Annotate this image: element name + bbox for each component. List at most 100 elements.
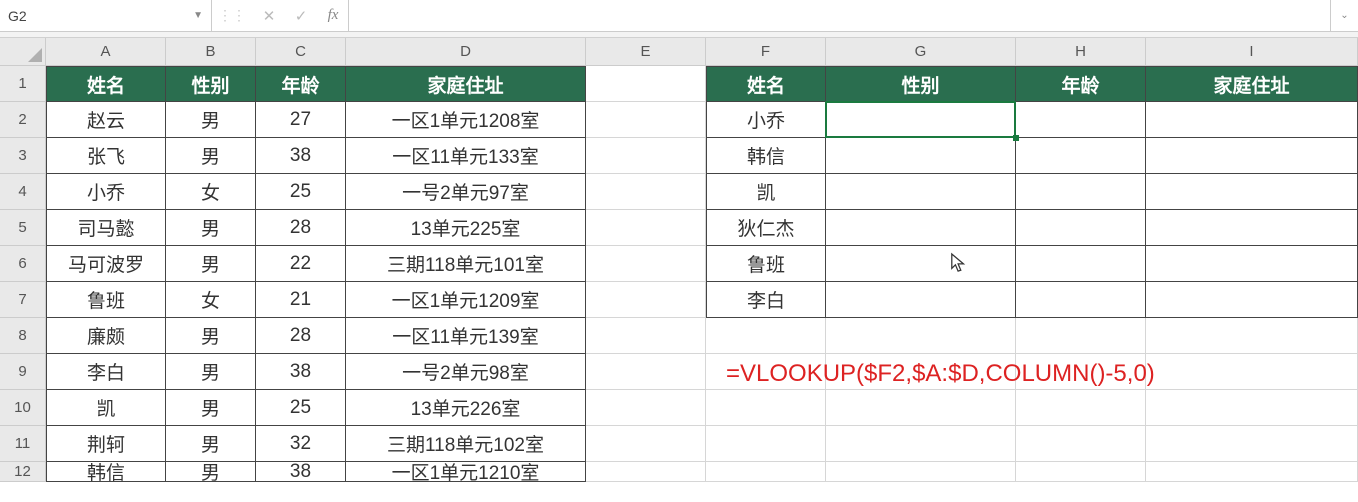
cell-B5[interactable]: 男 <box>166 210 256 246</box>
cell-I1[interactable]: 家庭住址 <box>1146 66 1358 102</box>
cell-I5[interactable] <box>1146 210 1358 246</box>
cell-F10[interactable] <box>706 390 826 426</box>
cell-I6[interactable] <box>1146 246 1358 282</box>
row-header-3[interactable]: 3 <box>0 138 46 174</box>
cell-E12[interactable] <box>586 462 706 482</box>
cell-I8[interactable] <box>1146 318 1358 354</box>
cell-B3[interactable]: 男 <box>166 138 256 174</box>
col-header-C[interactable]: C <box>256 38 346 66</box>
cell-H3[interactable] <box>1016 138 1146 174</box>
cell-H10[interactable] <box>1016 390 1146 426</box>
row-header-9[interactable]: 9 <box>0 354 46 390</box>
cell-C12[interactable]: 38 <box>256 462 346 482</box>
cell-G2[interactable] <box>826 102 1016 138</box>
cell-C5[interactable]: 28 <box>256 210 346 246</box>
cell-A5[interactable]: 司马懿 <box>46 210 166 246</box>
cell-F1[interactable]: 姓名 <box>706 66 826 102</box>
row-header-7[interactable]: 7 <box>0 282 46 318</box>
cell-C10[interactable]: 25 <box>256 390 346 426</box>
cell-B1[interactable]: 性别 <box>166 66 256 102</box>
cell-I2[interactable] <box>1146 102 1358 138</box>
cell-G4[interactable] <box>826 174 1016 210</box>
cell-H5[interactable] <box>1016 210 1146 246</box>
cell-F9[interactable] <box>706 354 826 390</box>
cell-D9[interactable]: 一号2单元98室 <box>346 354 586 390</box>
row-header-11[interactable]: 11 <box>0 426 46 462</box>
cell-C4[interactable]: 25 <box>256 174 346 210</box>
cell-A12[interactable]: 韩信 <box>46 462 166 482</box>
cell-G8[interactable] <box>826 318 1016 354</box>
cell-H7[interactable] <box>1016 282 1146 318</box>
cell-B2[interactable]: 男 <box>166 102 256 138</box>
cell-F5[interactable]: 狄仁杰 <box>706 210 826 246</box>
cell-F8[interactable] <box>706 318 826 354</box>
cell-H11[interactable] <box>1016 426 1146 462</box>
cell-E3[interactable] <box>586 138 706 174</box>
cell-G7[interactable] <box>826 282 1016 318</box>
fx-icon[interactable]: fx <box>324 7 342 24</box>
cell-E6[interactable] <box>586 246 706 282</box>
cell-A3[interactable]: 张飞 <box>46 138 166 174</box>
row-header-1[interactable]: 1 <box>0 66 46 102</box>
cell-C9[interactable]: 38 <box>256 354 346 390</box>
col-header-G[interactable]: G <box>826 38 1016 66</box>
cell-G6[interactable] <box>826 246 1016 282</box>
cell-E8[interactable] <box>586 318 706 354</box>
cell-B9[interactable]: 男 <box>166 354 256 390</box>
cell-I11[interactable] <box>1146 426 1358 462</box>
cell-E9[interactable] <box>586 354 706 390</box>
cell-F6[interactable]: 鲁班 <box>706 246 826 282</box>
cell-C7[interactable]: 21 <box>256 282 346 318</box>
cell-H1[interactable]: 年龄 <box>1016 66 1146 102</box>
name-box[interactable]: G2 ▼ <box>0 0 212 31</box>
col-header-H[interactable]: H <box>1016 38 1146 66</box>
cell-C2[interactable]: 27 <box>256 102 346 138</box>
cell-H4[interactable] <box>1016 174 1146 210</box>
col-header-D[interactable]: D <box>346 38 586 66</box>
col-header-I[interactable]: I <box>1146 38 1358 66</box>
cell-I7[interactable] <box>1146 282 1358 318</box>
select-all-corner[interactable] <box>0 38 46 66</box>
cell-D12[interactable]: 一区1单元1210室 <box>346 462 586 482</box>
cell-B10[interactable]: 男 <box>166 390 256 426</box>
cell-C1[interactable]: 年龄 <box>256 66 346 102</box>
cell-D6[interactable]: 三期118单元101室 <box>346 246 586 282</box>
row-header-6[interactable]: 6 <box>0 246 46 282</box>
col-header-A[interactable]: A <box>46 38 166 66</box>
cell-H9[interactable] <box>1016 354 1146 390</box>
row-header-12[interactable]: 12 <box>0 462 46 482</box>
col-header-B[interactable]: B <box>166 38 256 66</box>
cell-B8[interactable]: 男 <box>166 318 256 354</box>
cell-D5[interactable]: 13单元225室 <box>346 210 586 246</box>
cell-A4[interactable]: 小乔 <box>46 174 166 210</box>
row-header-2[interactable]: 2 <box>0 102 46 138</box>
cell-A6[interactable]: 马可波罗 <box>46 246 166 282</box>
cell-D4[interactable]: 一号2单元97室 <box>346 174 586 210</box>
cell-G3[interactable] <box>826 138 1016 174</box>
cell-A9[interactable]: 李白 <box>46 354 166 390</box>
cell-B12[interactable]: 男 <box>166 462 256 482</box>
cell-B11[interactable]: 男 <box>166 426 256 462</box>
expand-formula-bar-icon[interactable]: ⌄ <box>1330 0 1358 31</box>
cell-B7[interactable]: 女 <box>166 282 256 318</box>
cancel-icon[interactable]: ✕ <box>260 7 278 25</box>
cell-E1[interactable] <box>586 66 706 102</box>
cell-G12[interactable] <box>826 462 1016 482</box>
row-header-10[interactable]: 10 <box>0 390 46 426</box>
cell-G11[interactable] <box>826 426 1016 462</box>
cell-I3[interactable] <box>1146 138 1358 174</box>
cell-grid[interactable]: 姓名性别年龄家庭住址姓名性别年龄家庭住址赵云男27一区1单元1208室小乔张飞男… <box>46 66 1358 482</box>
cell-E4[interactable] <box>586 174 706 210</box>
cell-F11[interactable] <box>706 426 826 462</box>
cell-E7[interactable] <box>586 282 706 318</box>
cell-G1[interactable]: 性别 <box>826 66 1016 102</box>
cell-H2[interactable] <box>1016 102 1146 138</box>
cell-A1[interactable]: 姓名 <box>46 66 166 102</box>
cell-A7[interactable]: 鲁班 <box>46 282 166 318</box>
cell-F4[interactable]: 凯 <box>706 174 826 210</box>
cell-F12[interactable] <box>706 462 826 482</box>
cell-I4[interactable] <box>1146 174 1358 210</box>
cell-D7[interactable]: 一区1单元1209室 <box>346 282 586 318</box>
enter-icon[interactable]: ✓ <box>292 7 310 25</box>
row-header-5[interactable]: 5 <box>0 210 46 246</box>
